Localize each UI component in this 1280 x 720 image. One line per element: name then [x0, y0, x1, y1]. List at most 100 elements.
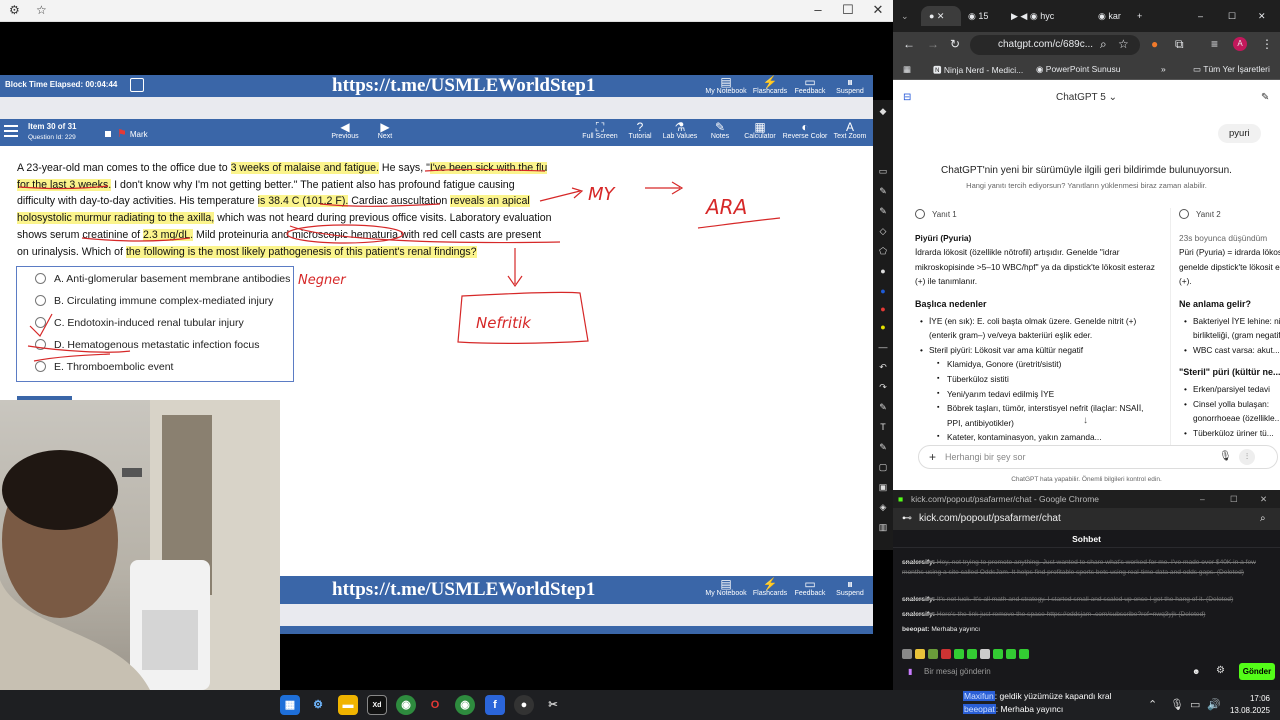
opera-icon[interactable]: O: [425, 695, 445, 715]
tab-active[interactable]: ● ✕: [921, 6, 961, 26]
reload-icon[interactable]: ↻: [950, 37, 960, 51]
lock-icon[interactable]: ▢: [878, 462, 888, 472]
minimize-button[interactable]: –: [803, 2, 833, 17]
tab-search-icon[interactable]: ⌄: [901, 6, 917, 26]
composer-input[interactable]: Herhangi bir şey sor: [945, 452, 1026, 462]
system-clock[interactable]: 17:06 13.08.2025: [1230, 693, 1270, 717]
marker-icon[interactable]: ✎: [878, 442, 888, 452]
color-red-icon[interactable]: ●: [878, 304, 888, 314]
redo-icon[interactable]: ↷: [878, 382, 888, 392]
highlighter-icon[interactable]: ✎: [878, 206, 888, 216]
obs-studio-icon[interactable]: ●: [514, 695, 534, 715]
plus-icon[interactable]: +: [929, 450, 936, 464]
emote-icon[interactable]: [941, 649, 951, 659]
response-2[interactable]: Yanıt 2 23s boyunca düşündüm Püri (Pyuri…: [1170, 208, 1280, 448]
chat-input[interactable]: ▮ Bir mesaj gönderin ☻: [902, 662, 1202, 682]
my-notebook-button[interactable]: ▤ My Notebook: [701, 76, 751, 95]
calculator-icon[interactable]: [130, 78, 144, 92]
close-button[interactable]: ✕: [1258, 6, 1273, 26]
layers-icon[interactable]: ◈: [878, 502, 888, 512]
emoji-icon[interactable]: ☻: [1192, 662, 1200, 682]
file-explorer-icon[interactable]: ▬: [338, 695, 358, 715]
snipping-tool-icon[interactable]: ✂: [543, 695, 563, 715]
settings-gear-icon[interactable]: ⚙: [1216, 665, 1225, 676]
address-bar[interactable]: chatgpt.com/c/689c...: [970, 35, 1140, 55]
shape-icon[interactable]: ⬠: [878, 246, 888, 256]
emote-icon[interactable]: [915, 649, 925, 659]
mic-icon[interactable]: 🎙: [1170, 698, 1184, 711]
maximize-button[interactable]: ☐: [833, 2, 863, 18]
my-notebook-button[interactable]: ▤ My Notebook: [701, 578, 751, 597]
emote-icon[interactable]: [980, 649, 990, 659]
text-zoom-button[interactable]: A Text Zoom: [825, 121, 875, 140]
pen-icon[interactable]: ✎: [878, 186, 888, 196]
pen-icon[interactable]: ✎: [878, 402, 888, 412]
emote-icon[interactable]: [902, 649, 912, 659]
obs-icon[interactable]: Xd: [367, 695, 387, 715]
send-button[interactable]: Gönder: [1239, 663, 1275, 680]
volume-icon[interactable]: 🔊: [1207, 698, 1221, 711]
reverse-color-button[interactable]: ◐ Reverse Color: [780, 121, 830, 140]
site-info-icon[interactable]: ⊷: [902, 508, 912, 530]
trash-icon[interactable]: ▥: [878, 522, 888, 532]
emote-icon[interactable]: [1006, 649, 1016, 659]
media-icon[interactable]: ≡: [1211, 37, 1218, 51]
color-yellow-icon[interactable]: ●: [878, 322, 888, 332]
zoom-icon[interactable]: ⌕: [1260, 508, 1266, 530]
response-1[interactable]: Yanıt 1 Piyüri (Pyuria) İdrarda lökosit …: [915, 208, 1155, 448]
mark-checkbox[interactable]: [105, 131, 111, 137]
mark-toggle[interactable]: ⚑ Mark: [105, 127, 148, 140]
scroll-down-icon[interactable]: ↓: [1083, 415, 1088, 426]
menu-icon[interactable]: [4, 125, 18, 140]
apps-icon[interactable]: ▦: [903, 64, 911, 75]
zoom-icon[interactable]: ⌕: [1100, 37, 1107, 52]
eraser-icon[interactable]: ◇: [878, 226, 888, 236]
suspend-button[interactable]: ⏸ Suspend: [825, 578, 875, 597]
tray-expand-icon[interactable]: ⌃: [1148, 698, 1157, 711]
new-tab-button[interactable]: +: [1137, 6, 1157, 26]
bookmark-item[interactable]: ◉ PowerPoint Sunusu: [1036, 64, 1120, 75]
chat-composer[interactable]: + Herhangi bir şey sor 🎙 ⫶: [918, 445, 1278, 469]
gear-icon[interactable]: ⚙: [9, 3, 20, 17]
extensions-icon[interactable]: ⧉: [1175, 37, 1184, 52]
model-selector[interactable]: ChatGPT 5 ⌄: [893, 92, 1280, 103]
text-icon[interactable]: T: [878, 422, 888, 432]
star-icon[interactable]: ☆: [36, 3, 47, 17]
minimize-button[interactable]: –: [1200, 490, 1205, 508]
thinking-status[interactable]: 23s boyunca düşündüm: [1179, 231, 1280, 246]
close-button[interactable]: ✕: [1260, 490, 1267, 508]
extension-icon[interactable]: ●: [1151, 37, 1158, 51]
screen-icon[interactable]: ▭: [878, 166, 888, 176]
tab-2[interactable]: ▶ ◀ ◉ hyc: [1011, 6, 1061, 26]
minimize-button[interactable]: –: [1198, 6, 1213, 26]
calculator-button[interactable]: ▦ Calculator: [735, 121, 785, 140]
next-button[interactable]: ▶ Next: [360, 121, 410, 140]
emote-icon[interactable]: [1019, 649, 1029, 659]
tab-1[interactable]: ◉ 15: [968, 6, 1008, 26]
voice-mode-icon[interactable]: ⫶: [1239, 449, 1255, 465]
suspend-button[interactable]: ⏸ Suspend: [825, 76, 875, 95]
undo-icon[interactable]: ↶: [878, 362, 888, 372]
close-button[interactable]: ✕: [863, 2, 893, 18]
bookmarks-overflow-icon[interactable]: »: [1161, 64, 1166, 74]
save-icon[interactable]: ▣: [878, 482, 888, 492]
color-black-icon[interactable]: ●: [878, 266, 888, 276]
start-icon[interactable]: ▦: [280, 695, 300, 715]
bookmark-item[interactable]: 🅽 Ninja Nerd - Medici...: [933, 64, 1023, 76]
emote-icon[interactable]: [967, 649, 977, 659]
bookmark-star-icon[interactable]: ☆: [1118, 37, 1129, 51]
emote-icon[interactable]: [928, 649, 938, 659]
color-blue-icon[interactable]: ●: [878, 286, 888, 296]
copilot-icon[interactable]: ⚙: [308, 695, 328, 715]
chrome-icon[interactable]: ◉: [455, 695, 475, 715]
network-icon[interactable]: ▭: [1190, 698, 1200, 711]
tab-3[interactable]: ◉ kar: [1098, 6, 1138, 26]
maximize-button[interactable]: ☐: [1228, 6, 1243, 26]
new-chat-icon[interactable]: ✎: [1261, 92, 1269, 103]
emote-icon[interactable]: [993, 649, 1003, 659]
app-icon[interactable]: ◆: [878, 106, 888, 116]
menu-kebab-icon[interactable]: ⋮: [1261, 37, 1273, 51]
mic-icon[interactable]: 🎙: [1219, 451, 1232, 462]
maximize-button[interactable]: ☐: [1230, 490, 1238, 508]
line-width-icon[interactable]: —: [878, 342, 888, 352]
